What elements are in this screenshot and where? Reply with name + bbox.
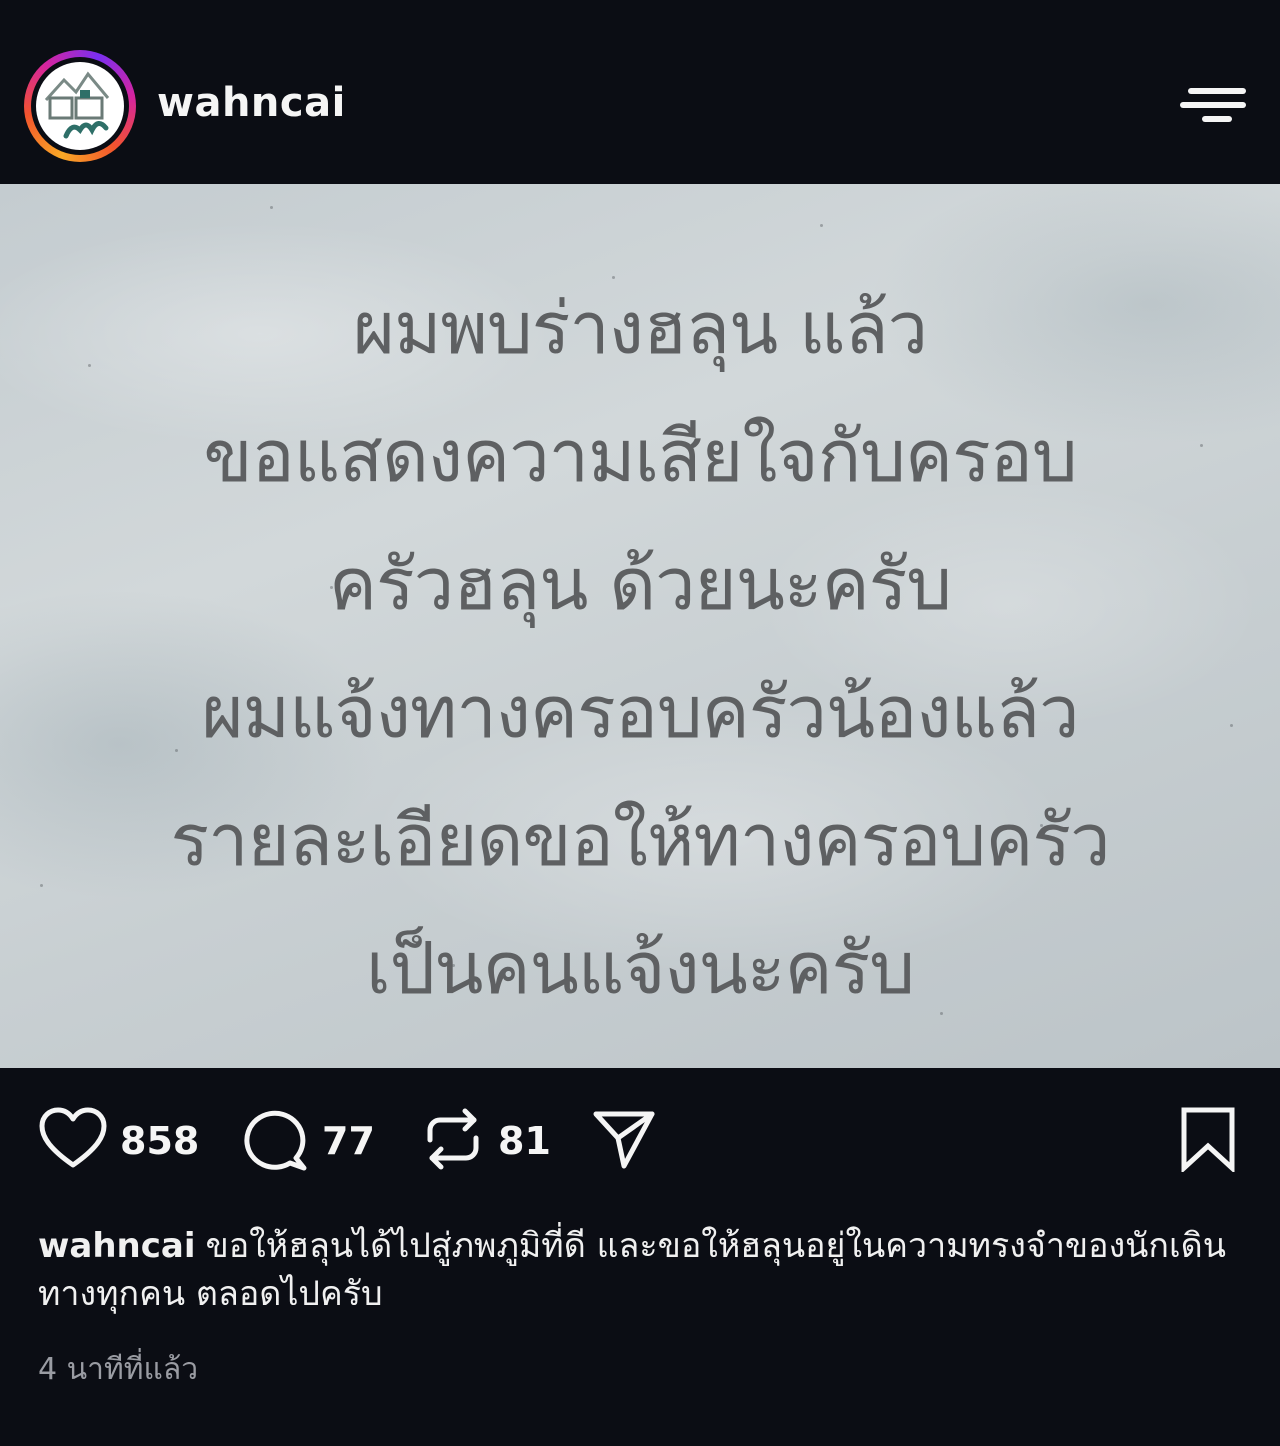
post-header: wahncai <box>0 0 1280 184</box>
like-count[interactable]: 858 <box>120 1119 199 1163</box>
heart-icon[interactable] <box>38 1107 108 1175</box>
post-text-line: ผมพบร่างฮลุน แล้ว <box>352 286 928 370</box>
post-text-line: รายละเอียดขอให้ทางครอบครัว <box>170 798 1110 882</box>
header-username[interactable]: wahncai <box>157 80 346 126</box>
post-text: ผมพบร่างฮลุน แล้ว ขอแสดงความเสียใจกับครอ… <box>0 264 1280 1032</box>
comment-icon[interactable] <box>244 1106 310 1176</box>
avatar[interactable] <box>31 57 129 155</box>
post-text-line: ผมแจ้งทางครอบครัวน้องแล้ว <box>201 670 1079 754</box>
post-timestamp: 4 นาทีที่แล้ว <box>38 1352 199 1387</box>
action-bar: 858 77 81 <box>0 1068 1280 1218</box>
bookmark-icon[interactable] <box>1178 1106 1238 1176</box>
menu-icon[interactable] <box>1180 84 1246 124</box>
comment-button[interactable]: 77 <box>244 1108 375 1174</box>
caption-text: ขอให้ฮลุนได้ไปสู่ภพภูมิที่ดี และขอให้ฮลุ… <box>38 1226 1226 1314</box>
repost-button[interactable]: 81 <box>420 1108 551 1174</box>
post-caption: wahncai ขอให้ฮลุนได้ไปสู่ภพภูมิที่ดี และข… <box>38 1222 1248 1318</box>
story-ring[interactable] <box>24 50 136 162</box>
post-text-line: ขอแสดงความเสียใจกับครอบ <box>203 414 1077 498</box>
share-icon[interactable] <box>590 1106 658 1176</box>
profile-logo-icon <box>36 62 124 150</box>
post-text-line: เป็นคนแจ้งนะครับ <box>365 926 915 1010</box>
repost-count[interactable]: 81 <box>498 1119 551 1163</box>
post-text-line: ครัวฮลุน ด้วยนะครับ <box>328 542 952 626</box>
share-button[interactable] <box>590 1108 658 1174</box>
comment-count[interactable]: 77 <box>322 1119 375 1163</box>
like-button[interactable]: 858 <box>38 1107 199 1175</box>
caption-username[interactable]: wahncai <box>38 1226 196 1266</box>
save-button[interactable] <box>1178 1106 1238 1176</box>
post-image[interactable]: ผมพบร่างฮลุน แล้ว ขอแสดงความเสียใจกับครอ… <box>0 184 1280 1068</box>
repost-icon[interactable] <box>420 1106 486 1176</box>
